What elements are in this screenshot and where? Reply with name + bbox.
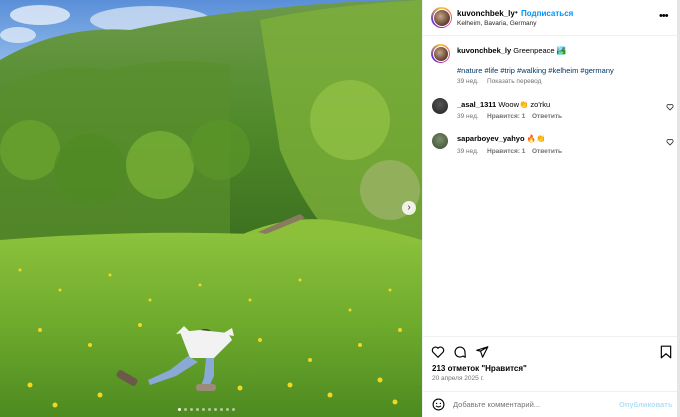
comment-input[interactable] xyxy=(453,400,603,409)
comment-likes[interactable]: Нравится: 1 xyxy=(487,113,525,120)
comment-line: saparboyev_yahyo 🔥👏 xyxy=(457,134,545,143)
reply-button[interactable]: Ответить xyxy=(532,148,562,155)
carousel-indicator xyxy=(178,408,235,411)
carousel-dot xyxy=(214,408,217,411)
caption-text: Greenpeace 🏞️ xyxy=(513,46,566,55)
heart-icon[interactable] xyxy=(666,103,674,111)
comment-avatar[interactable] xyxy=(432,98,448,114)
comment-age: 39 нед. xyxy=(457,113,479,120)
likes-count[interactable]: 213 отметок "Нравится" xyxy=(432,364,527,373)
comment-text: 🔥👏 xyxy=(526,134,546,143)
carousel-dot xyxy=(226,408,229,411)
heart-icon[interactable] xyxy=(666,138,674,146)
carousel-dot xyxy=(208,408,211,411)
comment-composer: Опубликовать xyxy=(423,391,678,417)
author-username[interactable]: kuvonchbek_ly xyxy=(457,9,515,18)
chevron-right-icon: › xyxy=(407,202,411,213)
save-icon[interactable] xyxy=(660,345,672,359)
comment-line: _asal_1311 Woow👏 zo'rku xyxy=(457,100,550,109)
comment-username[interactable]: _asal_1311 xyxy=(457,100,496,109)
comment-age: 39 нед. xyxy=(457,148,479,155)
post-photo[interactable]: › xyxy=(0,0,422,417)
post-location[interactable]: Kelheim, Bavaria, Germany xyxy=(457,20,536,27)
post-side-panel: kuvonchbek_ly • Подписаться Kelheim, Bav… xyxy=(422,0,678,417)
post-comment-button[interactable]: Опубликовать xyxy=(619,400,673,409)
caption-hashtags[interactable]: #nature #life #trip #walking #kelheim #g… xyxy=(457,66,614,75)
post-header: kuvonchbek_ly • Подписаться Kelheim, Bav… xyxy=(423,0,678,36)
carousel-dot xyxy=(178,408,181,411)
carousel-dot xyxy=(196,408,199,411)
post-modal: › kuvonchbek_ly • Подписаться Kelheim, B… xyxy=(0,0,680,417)
carousel-dot xyxy=(232,408,235,411)
share-icon[interactable] xyxy=(475,345,489,359)
meadow-photo-image xyxy=(0,0,422,417)
more-icon[interactable]: ••• xyxy=(659,10,669,22)
next-photo-button[interactable]: › xyxy=(402,201,416,215)
caption-username[interactable]: kuvonchbek_ly xyxy=(457,46,511,55)
reply-button[interactable]: Ответить xyxy=(532,113,562,120)
emoji-icon[interactable] xyxy=(432,398,445,411)
comment-icon[interactable] xyxy=(453,345,467,359)
comment-likes[interactable]: Нравится: 1 xyxy=(487,148,525,155)
comment-username[interactable]: saparboyev_yahyo xyxy=(457,134,525,143)
comment-text: Woow👏 zo'rku xyxy=(498,100,551,109)
carousel-dot xyxy=(184,408,187,411)
dot-separator: • xyxy=(515,8,518,17)
comment-avatar[interactable] xyxy=(432,133,448,149)
caption-avatar[interactable] xyxy=(431,44,450,63)
heart-icon[interactable] xyxy=(431,345,445,359)
avatar[interactable] xyxy=(431,7,452,28)
show-translation-link[interactable]: Показать перевод xyxy=(487,78,541,85)
carousel-dot xyxy=(220,408,223,411)
caption-age: 39 нед. xyxy=(457,78,479,85)
follow-button[interactable]: Подписаться xyxy=(521,9,573,18)
carousel-dot xyxy=(202,408,205,411)
post-date: 20 апреля 2025 г. xyxy=(432,375,484,382)
caption-line: kuvonchbek_ly Greenpeace 🏞️ xyxy=(457,46,566,55)
carousel-dot xyxy=(190,408,193,411)
